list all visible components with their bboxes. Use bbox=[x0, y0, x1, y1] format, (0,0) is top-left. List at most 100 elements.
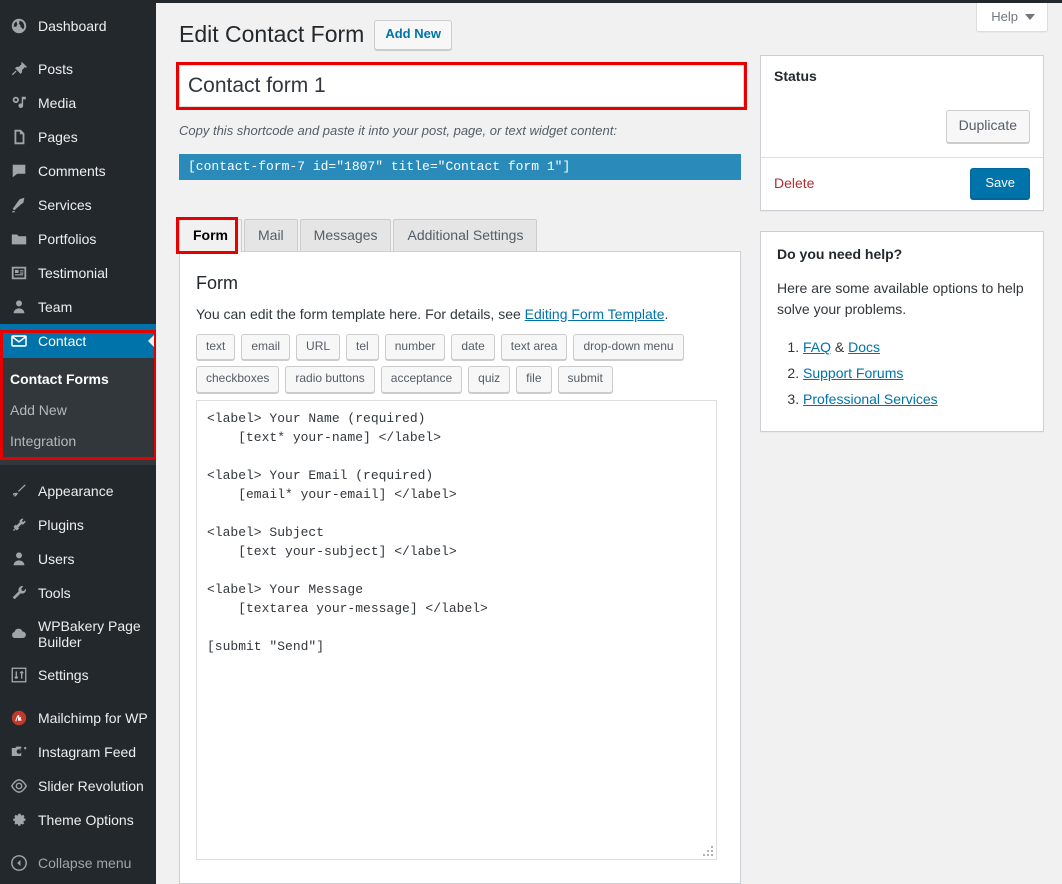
sidebar-item-team[interactable]: Team bbox=[0, 290, 156, 324]
form-title-input[interactable] bbox=[179, 65, 744, 107]
help-tab-wrapper: Help bbox=[976, 3, 1048, 32]
sidebar-item-pages[interactable]: Pages bbox=[0, 120, 156, 154]
professional-services-link[interactable]: Professional Services bbox=[803, 391, 938, 407]
sidebar-item-label: Portfolios bbox=[38, 230, 97, 247]
pin-icon bbox=[9, 59, 29, 79]
tab-mail[interactable]: Mail bbox=[244, 219, 298, 252]
docs-link[interactable]: Docs bbox=[848, 339, 880, 355]
help-list-item: Professional Services bbox=[803, 387, 1027, 413]
plugin-icon bbox=[9, 515, 29, 535]
sidebar-item-users[interactable]: Users bbox=[0, 542, 156, 576]
tag-button-drop-down-menu[interactable]: drop-down menu bbox=[573, 333, 684, 361]
faq-docs-separator: & bbox=[831, 339, 849, 356]
tag-button-acceptance[interactable]: acceptance bbox=[380, 366, 463, 393]
sidebar-item-label: Collapse menu bbox=[38, 854, 132, 871]
tag-button-tel[interactable]: tel bbox=[346, 333, 379, 361]
shortcode-input[interactable] bbox=[179, 153, 741, 180]
form-template-textarea[interactable]: <label> Your Name (required) [text* your… bbox=[196, 399, 717, 860]
content-column: Edit Contact Form Add New Copy this shor… bbox=[176, 17, 765, 884]
form-template-wrapper: <label> Your Name (required) [text* your… bbox=[196, 399, 717, 860]
tag-button-radio-buttons[interactable]: radio buttons bbox=[285, 366, 375, 393]
sidebar-item-contact[interactable]: Contact bbox=[0, 324, 156, 358]
sidebar-item-plugins[interactable]: Plugins bbox=[0, 508, 156, 542]
help-list-item: Support Forums bbox=[803, 361, 1027, 387]
sidebar-item-collapse-menu[interactable]: Collapse menu bbox=[0, 846, 156, 880]
submenu-item-add-new[interactable]: Add New bbox=[0, 395, 156, 426]
page-title: Edit Contact Form bbox=[179, 21, 365, 48]
help-toggle-button[interactable]: Help bbox=[976, 3, 1048, 32]
sidebar-item-label: Mailchimp for WP bbox=[38, 709, 148, 726]
sidebar-item-dashboard[interactable]: Dashboard bbox=[0, 9, 156, 43]
sidebar-item-wpbakery-page-builder[interactable]: WPBakery Page Builder bbox=[0, 610, 156, 658]
save-button[interactable]: Save bbox=[970, 167, 1030, 199]
sidebar-item-label: Appearance bbox=[38, 482, 114, 499]
sidebar-item-label: Theme Options bbox=[38, 811, 134, 828]
sidebar-item-appearance[interactable]: Appearance bbox=[0, 474, 156, 508]
sidebar-item-services[interactable]: Services bbox=[0, 188, 156, 222]
gear-icon bbox=[9, 810, 29, 830]
tag-button-url[interactable]: URL bbox=[296, 333, 341, 361]
submenu-item-integration[interactable]: Integration bbox=[0, 426, 156, 457]
tag-button-number[interactable]: number bbox=[384, 333, 446, 361]
sidebar-item-portfolios[interactable]: Portfolios bbox=[0, 222, 156, 256]
help-box-body: Do you need help? Here are some availabl… bbox=[761, 232, 1043, 431]
delete-link[interactable]: Delete bbox=[774, 175, 814, 191]
tab-additional-settings[interactable]: Additional Settings bbox=[393, 219, 538, 252]
sidebar-item-label: Slider Revolution bbox=[38, 777, 144, 794]
sidebar-item-label: Team bbox=[38, 298, 73, 315]
sidebar-item-theme-options[interactable]: Theme Options bbox=[0, 803, 156, 837]
cloud-icon bbox=[9, 624, 29, 644]
settings-tabs: Form Mail Messages Additional Settings bbox=[176, 216, 765, 254]
tag-button-email[interactable]: email bbox=[241, 333, 291, 361]
tab-form[interactable]: Form bbox=[179, 219, 242, 252]
sidebar-item-testimonial[interactable]: Testimonial bbox=[0, 256, 156, 290]
users-icon bbox=[9, 549, 29, 569]
description-text-before: You can edit the form template here. For… bbox=[196, 305, 525, 322]
submenu-item-contact-forms[interactable]: Contact Forms bbox=[0, 364, 156, 395]
tag-button-submit[interactable]: submit bbox=[557, 366, 613, 393]
sidebar-item-instagram-feed[interactable]: Instagram Feed bbox=[0, 735, 156, 769]
editing-form-template-link[interactable]: Editing Form Template bbox=[525, 306, 665, 322]
sidebar-item-label: Services bbox=[38, 196, 92, 213]
support-forums-link[interactable]: Support Forums bbox=[803, 365, 903, 381]
tag-row-1: text email URL tel number date text area… bbox=[196, 333, 724, 361]
tag-button-text[interactable]: text bbox=[196, 333, 236, 361]
sidebar-item-tools[interactable]: Tools bbox=[0, 576, 156, 610]
chevron-down-icon bbox=[1025, 13, 1035, 20]
active-menu-arrow bbox=[148, 333, 156, 349]
duplicate-button[interactable]: Duplicate bbox=[945, 110, 1030, 143]
media-icon bbox=[9, 93, 29, 113]
help-links-list: FAQ & Docs Support Forums Professional S… bbox=[777, 335, 1027, 413]
tag-button-quiz[interactable]: quiz bbox=[468, 366, 511, 393]
dashboard-icon bbox=[9, 16, 29, 36]
sidebar-item-mailchimp-for-wp[interactable]: Mailchimp for WP bbox=[0, 701, 156, 735]
faq-link[interactable]: FAQ bbox=[803, 339, 831, 355]
comments-icon bbox=[9, 161, 29, 181]
tag-button-file[interactable]: file bbox=[516, 366, 552, 393]
sidebar-item-slider-revolution[interactable]: Slider Revolution bbox=[0, 769, 156, 803]
sidebar-item-posts[interactable]: Posts bbox=[0, 52, 156, 86]
status-box-footer: Delete Save bbox=[761, 156, 1043, 210]
form-panel-description: You can edit the form template here. For… bbox=[196, 304, 724, 325]
sidebar-item-label: Dashboard bbox=[38, 17, 107, 34]
tag-button-date[interactable]: date bbox=[451, 333, 495, 361]
sidebar-item-comments[interactable]: Comments bbox=[0, 154, 156, 188]
sidebar-item-media[interactable]: Media bbox=[0, 86, 156, 120]
hammer-icon bbox=[9, 195, 29, 215]
main-content: Help Edit Contact Form Add New Copy this… bbox=[156, 3, 1062, 884]
help-box-title: Do you need help? bbox=[777, 245, 903, 262]
tag-button-text-area[interactable]: text area bbox=[500, 333, 568, 361]
add-new-button[interactable]: Add New bbox=[374, 20, 452, 50]
right-column: Status Duplicate Delete Save Do you need… bbox=[760, 55, 1044, 452]
slider-icon bbox=[9, 776, 29, 796]
page-header: Edit Contact Form Add New bbox=[179, 17, 765, 53]
id-card-icon bbox=[9, 263, 29, 283]
status-box-body: Status Duplicate bbox=[761, 56, 1043, 157]
sidebar-item-settings[interactable]: Settings bbox=[0, 658, 156, 692]
tab-messages[interactable]: Messages bbox=[299, 219, 392, 252]
admin-sidebar: Dashboard Posts Media Pages Comments Ser… bbox=[0, 0, 156, 884]
tag-button-checkboxes[interactable]: checkboxes bbox=[196, 366, 280, 393]
